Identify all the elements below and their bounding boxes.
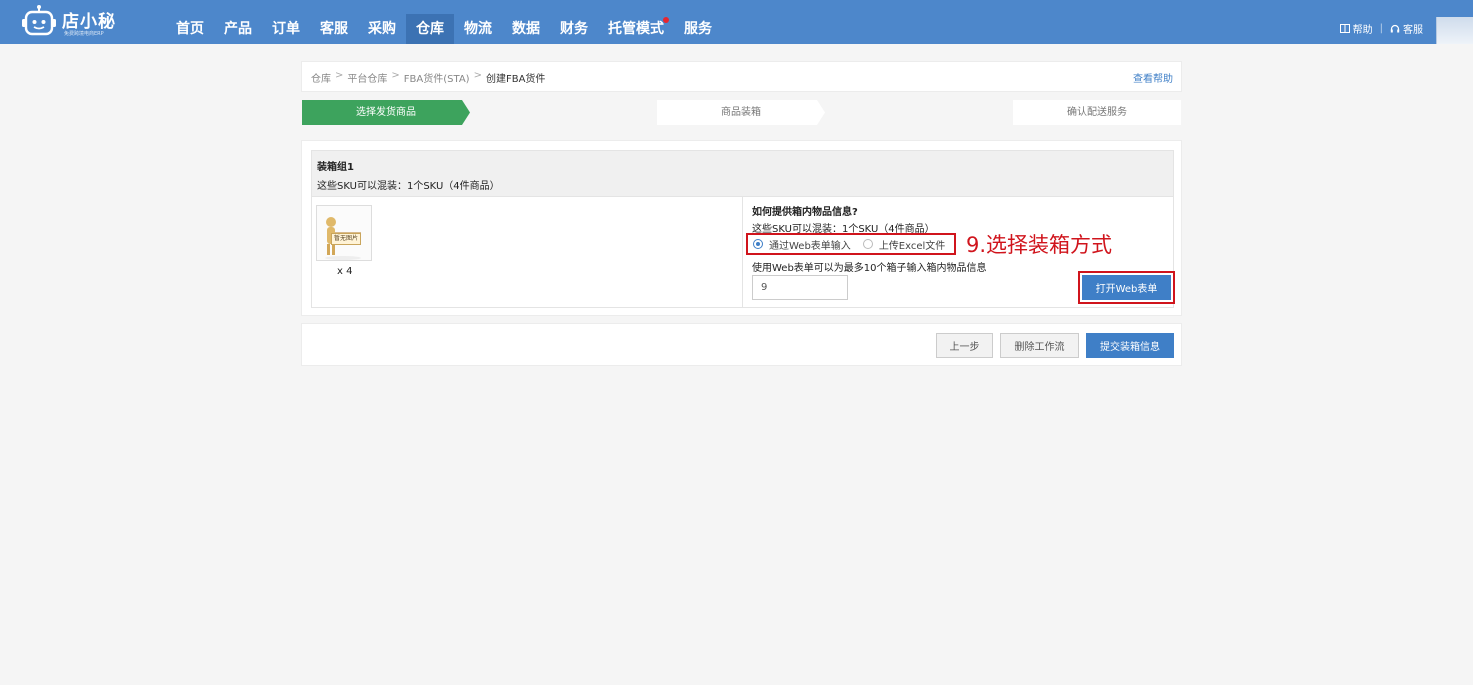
packing-group-body: 暂无图片 x 4 如何提供箱内物品信息? 这些SKU可以混装：1个SKU（4件商… — [311, 196, 1175, 308]
nav-item-warehouse[interactable]: 仓库 — [406, 14, 454, 44]
notification-dot — [663, 17, 669, 23]
open-web-form-button[interactable]: 打开Web表单 — [1082, 275, 1171, 300]
breadcrumb-panel: 仓库 > 平台仓库 > FBA货件(STA) > 创建FBA货件 查看帮助 — [301, 61, 1182, 92]
delete-workflow-button[interactable]: 删除工作流 — [1000, 333, 1079, 358]
nav-item-data[interactable]: 数据 — [502, 14, 550, 44]
book-icon — [1339, 24, 1350, 33]
header-utility-links: 帮助 | 客服 — [1339, 21, 1423, 36]
product-thumbnail[interactable]: 暂无图片 — [316, 205, 372, 261]
radio-web-form[interactable]: 通过Web表单输入 — [753, 237, 851, 252]
main-nav: 首页 产品 订单 客服 采购 仓库 物流 数据 财务 托管模式 服务 — [166, 14, 722, 44]
help-link[interactable]: 帮助 — [1339, 21, 1373, 36]
product-list: 暂无图片 x 4 — [312, 197, 743, 307]
user-avatar[interactable] — [1436, 17, 1473, 44]
packing-info-question: 如何提供箱内物品信息? — [752, 207, 858, 218]
tutorial-annotation: 9.选择装箱方式 — [966, 233, 1113, 257]
radio-unchecked-icon — [862, 239, 873, 249]
radio-upload-excel-label: 上传Excel文件 — [878, 240, 946, 252]
nav-item-products[interactable]: 产品 — [214, 14, 262, 44]
nav-item-logistics[interactable]: 物流 — [454, 14, 502, 44]
previous-step-button[interactable]: 上一步 — [936, 333, 993, 358]
box-count-input[interactable] — [752, 275, 848, 300]
nav-item-orders[interactable]: 订单 — [262, 14, 310, 44]
packing-method-section: 如何提供箱内物品信息? 这些SKU可以混装：1个SKU（4件商品） 通过Web表… — [746, 197, 1175, 307]
breadcrumb-item-warehouse[interactable]: 仓库 — [311, 70, 331, 85]
breadcrumb-item-platform-warehouse[interactable]: 平台仓库 — [347, 70, 387, 85]
packing-group-header: 装箱组1 这些SKU可以混装：1个SKU（4件商品） — [311, 150, 1174, 196]
progress-steps: 选择发货商品 商品装箱 确认配送服务 — [301, 100, 1182, 125]
nav-item-purchasing[interactable]: 采购 — [358, 14, 406, 44]
breadcrumb-item-create-fba-shipment: 创建FBA货件 — [485, 74, 546, 85]
headset-icon — [1390, 24, 1400, 32]
nav-item-finance[interactable]: 财务 — [550, 14, 598, 44]
header-divider: | — [1379, 23, 1383, 34]
no-image-label: 暂无图片 — [331, 233, 361, 245]
packing-group-panel: 装箱组1 这些SKU可以混装：1个SKU（4件商品） 暂无图片 x 4 如何提供… — [301, 140, 1182, 316]
breadcrumb-separator-icon: > — [335, 70, 344, 81]
step-confirm-delivery: 确认配送服务 — [1013, 100, 1181, 125]
customer-service-link[interactable]: 客服 — [1390, 21, 1423, 36]
customer-service-label: 客服 — [1403, 25, 1423, 36]
submit-packing-info-button[interactable]: 提交装箱信息 — [1086, 333, 1174, 358]
breadcrumb-item-fba-shipment[interactable]: FBA货件(STA) — [404, 70, 470, 85]
nav-item-customer-service[interactable]: 客服 — [310, 14, 358, 44]
breadcrumb-separator-icon: > — [391, 70, 400, 81]
brand-name: 店小秘 — [62, 12, 116, 32]
nav-item-services[interactable]: 服务 — [674, 14, 722, 44]
radio-web-form-label: 通过Web表单输入 — [769, 240, 851, 252]
robot-logo-icon — [22, 5, 56, 36]
brand-subtitle: 免费跨境电商ERP — [64, 31, 104, 37]
view-help-link[interactable]: 查看帮助 — [1133, 70, 1173, 85]
breadcrumb: 仓库 > 平台仓库 > FBA货件(STA) > 创建FBA货件 — [311, 70, 545, 85]
nav-item-hosted-mode[interactable]: 托管模式 — [598, 14, 674, 44]
web-form-hint: 使用Web表单可以为最多10个箱子输入箱内物品信息 — [752, 263, 987, 274]
help-label: 帮助 — [1352, 25, 1373, 36]
step-pack-products: 商品装箱 — [657, 100, 825, 125]
nav-item-home[interactable]: 首页 — [166, 14, 214, 44]
breadcrumb-separator-icon: > — [473, 70, 482, 81]
radio-upload-excel[interactable]: 上传Excel文件 — [862, 237, 946, 252]
packing-group-description: 这些SKU可以混装：1个SKU（4件商品） — [317, 181, 500, 192]
open-web-form-highlight: 打开Web表单 — [1078, 271, 1175, 304]
nav-item-hosted-mode-label: 托管模式 — [608, 21, 664, 37]
step-select-products: 选择发货商品 — [302, 100, 470, 125]
product-quantity: x 4 — [337, 266, 353, 277]
action-bar: 上一步 删除工作流 提交装箱信息 — [301, 323, 1182, 366]
packing-method-radio-group: 通过Web表单输入 上传Excel文件 — [746, 233, 956, 255]
top-navigation-bar: 店小秘 免费跨境电商ERP 首页 产品 订单 客服 采购 仓库 物流 数据 财务… — [0, 0, 1473, 44]
brand-logo[interactable]: 店小秘 免费跨境电商ERP — [20, 3, 130, 41]
radio-checked-icon — [753, 239, 763, 249]
packing-group-title: 装箱组1 — [317, 162, 354, 173]
